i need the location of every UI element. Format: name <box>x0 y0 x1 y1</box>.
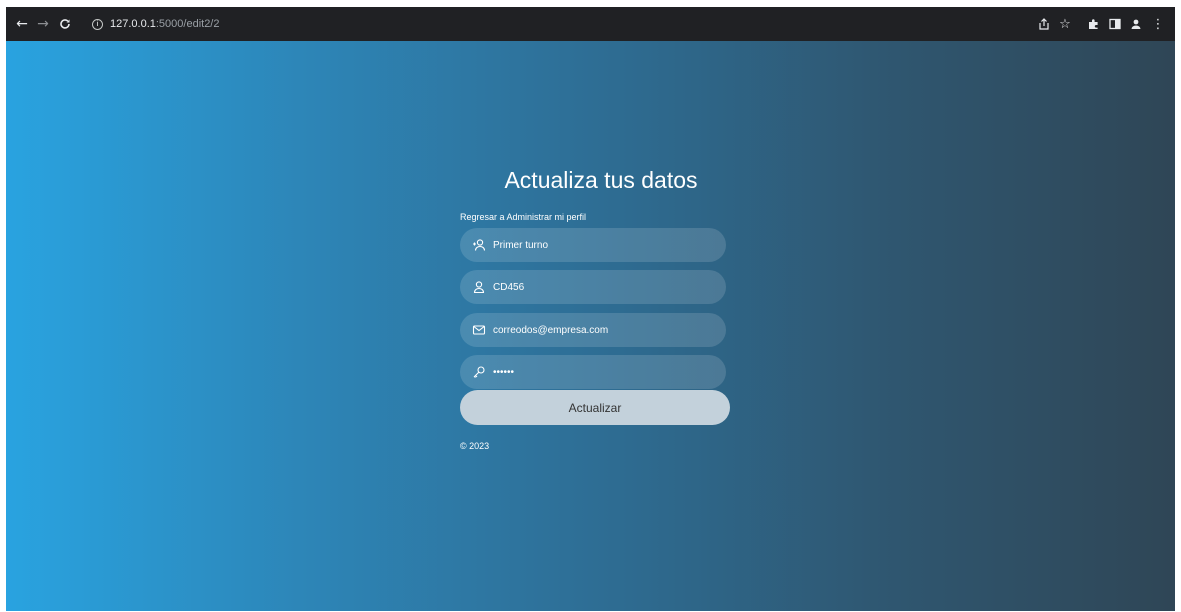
share-icon[interactable] <box>1035 15 1053 33</box>
code-input[interactable] <box>493 281 693 293</box>
mail-icon <box>472 325 486 335</box>
profile-icon[interactable] <box>1127 15 1145 33</box>
user-icon <box>473 281 485 294</box>
password-input[interactable] <box>493 366 693 378</box>
update-button[interactable]: Actualizar <box>460 390 730 425</box>
url-path: :5000/edit2/2 <box>155 18 220 30</box>
back-to-profile-link[interactable]: Regresar a Administrar mi perfil <box>460 212 586 222</box>
reload-icon[interactable] <box>54 13 76 35</box>
email-field[interactable] <box>460 313 726 347</box>
email-input[interactable] <box>493 324 693 336</box>
name-field[interactable] <box>460 228 726 262</box>
password-field[interactable] <box>460 355 726 389</box>
user-add-icon <box>473 239 486 251</box>
side-panel-icon[interactable] <box>1106 15 1124 33</box>
site-info-icon[interactable]: i <box>92 18 103 30</box>
name-input[interactable] <box>493 239 693 251</box>
forward-icon[interactable]: → <box>32 13 54 35</box>
back-icon[interactable]: ← <box>11 13 33 35</box>
browser-toolbar: ← → i 127.0.0.1:5000/edit2/2 ☆ ⋮ <box>6 7 1175 41</box>
menu-icon[interactable]: ⋮ <box>1149 15 1167 33</box>
key-icon <box>473 366 485 378</box>
copyright-footer: © 2023 <box>460 441 490 451</box>
address-bar[interactable]: i 127.0.0.1:5000/edit2/2 <box>92 15 220 33</box>
browser-window: ← → i 127.0.0.1:5000/edit2/2 ☆ ⋮ Actual… <box>6 7 1175 611</box>
page-viewport: Actualiza tus datos Regresar a Administr… <box>6 41 1175 611</box>
code-field[interactable] <box>460 270 726 304</box>
url-host: 127.0.0.1 <box>110 18 156 30</box>
extensions-icon[interactable] <box>1085 15 1103 33</box>
star-icon[interactable]: ☆ <box>1056 15 1074 33</box>
page-title: Actualiza tus datos <box>504 167 698 193</box>
